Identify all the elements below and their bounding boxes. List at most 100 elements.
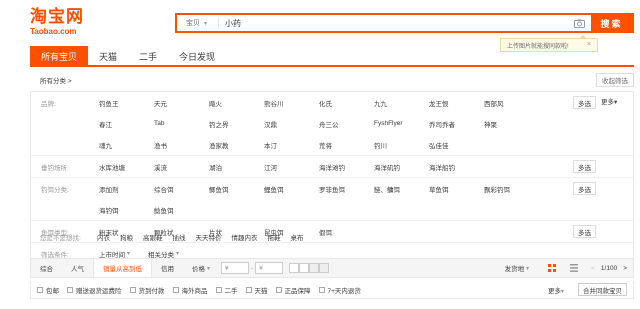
list-view-icon[interactable] — [563, 259, 585, 277]
attribute-value[interactable]: 天元 — [154, 92, 209, 113]
launch-time-dropdown[interactable]: 上市时间 ▾ — [99, 249, 130, 259]
attribute-value[interactable]: 鲶鱼饵 — [154, 199, 209, 220]
prev-page-icon[interactable]: < — [591, 265, 595, 272]
attribute-value[interactable]: 飚火 — [209, 92, 264, 113]
multi-select-button[interactable]: 多选 — [573, 182, 596, 195]
filter-cod[interactable]: 货到付款 — [129, 285, 165, 295]
attribute-value[interactable]: 海洋船钓 — [429, 156, 484, 177]
suggestion-link[interactable]: 插线 — [173, 232, 186, 242]
filter-genuine[interactable]: 正品保障 — [275, 285, 311, 295]
filter-free-shipping[interactable]: 包邮 — [37, 285, 59, 295]
filter-7day-return[interactable]: 7+天内退货 — [318, 285, 361, 295]
attribute-value[interactable]: 渔家教 — [209, 134, 264, 155]
sort-credit[interactable]: 信用 — [152, 259, 183, 277]
tab-tmall[interactable]: 天猫 — [88, 46, 128, 66]
search-input[interactable] — [219, 15, 567, 31]
suggestion-link[interactable]: 内衣 — [97, 232, 110, 242]
attribute-value[interactable]: FyshFlyer — [374, 113, 429, 134]
attribute-value[interactable]: 西部风 — [484, 92, 539, 113]
price-range-bar[interactable] — [309, 263, 320, 273]
checkbox[interactable] — [318, 286, 325, 293]
attribute-value[interactable]: 钓之界 — [209, 113, 264, 134]
attribute-value[interactable]: 化氏 — [319, 92, 374, 113]
multi-select-button[interactable]: 多选 — [573, 160, 596, 173]
filter-return-insurance[interactable]: 赠送退货运费险 — [67, 285, 122, 295]
attribute-value[interactable]: 神聚 — [484, 113, 539, 134]
attribute-value[interactable]: 钓鱼王 — [99, 92, 154, 113]
tab-today-discover[interactable]: 今日发现 — [168, 46, 226, 66]
sort-default[interactable]: 综合 — [31, 259, 62, 277]
attribute-value[interactable]: 舟三公 — [319, 113, 374, 134]
filter-tmall[interactable]: 天猫 — [245, 285, 268, 295]
taobao-logo[interactable]: 淘宝网 Taobao.com — [30, 8, 100, 37]
related-category-dropdown[interactable]: 相关分类 ▾ — [148, 249, 179, 259]
attribute-value[interactable]: 罗非鱼饵 — [319, 178, 374, 199]
tab-all-items[interactable]: 所有宝贝 — [30, 46, 89, 66]
attribute-value[interactable]: 春江 — [99, 113, 154, 134]
attribute-value[interactable]: 海洋滩钓 — [319, 156, 374, 177]
attribute-value[interactable]: 草鱼饵 — [429, 178, 484, 199]
suggestion-link[interactable]: 天天特价 — [196, 232, 222, 242]
attribute-value[interactable]: 鲫鱼饵 — [209, 178, 264, 199]
price-max-input[interactable]: ¥ — [255, 262, 284, 274]
merge-same-items-button[interactable]: 合并同款宝贝 — [578, 283, 627, 296]
attribute-value[interactable]: 乔司乔者 — [429, 113, 484, 134]
checkbox[interactable] — [129, 286, 136, 293]
price-range-bars[interactable] — [289, 263, 330, 273]
attribute-value[interactable]: 海洋矶钓 — [374, 156, 429, 177]
checkbox[interactable] — [275, 286, 282, 293]
attribute-value[interactable]: 汉鼎 — [264, 113, 319, 134]
filter-overseas[interactable]: 海外商品 — [172, 285, 208, 295]
attribute-value[interactable]: 溪流 — [154, 156, 209, 177]
suggestion-link[interactable]: 高跟鞋 — [143, 232, 163, 242]
checkbox[interactable] — [172, 286, 179, 293]
attribute-value[interactable]: 飘彩钓饵 — [484, 178, 539, 199]
attribute-value[interactable]: 综合饵 — [154, 178, 209, 199]
grid-view-icon[interactable] — [541, 259, 563, 277]
multi-select-button[interactable]: 多选 — [573, 96, 596, 109]
filters-more-button[interactable]: 更多▾ — [548, 285, 564, 295]
attribute-value[interactable]: 弘佳佳 — [429, 134, 484, 155]
attribute-value[interactable]: 熊谷川 — [264, 92, 319, 113]
attribute-value[interactable]: 本汀 — [264, 134, 319, 155]
attribute-value[interactable]: 龙王恨 — [429, 92, 484, 113]
close-icon[interactable]: × — [587, 41, 591, 48]
collapse-filter-button[interactable]: 收起筛选 — [596, 73, 634, 87]
breadcrumb[interactable]: 所有分类 > — [30, 75, 72, 85]
suggestion-link[interactable]: 情趣内衣 — [232, 232, 258, 242]
attribute-value[interactable]: 鲢、鳙饵 — [374, 178, 429, 199]
attribute-value[interactable]: 九九 — [374, 92, 429, 113]
next-page-icon[interactable]: > — [623, 265, 627, 272]
attribute-value[interactable]: 湖泊 — [209, 156, 264, 177]
price-min-input[interactable]: ¥ — [221, 262, 250, 274]
attribute-value[interactable]: 水库池塘 — [99, 156, 154, 177]
suggestion-link[interactable]: 桌布 — [291, 232, 304, 242]
suggestion-link[interactable]: 拖鞋 — [268, 232, 281, 242]
attribute-value[interactable]: 添加剂 — [99, 178, 154, 199]
attribute-value[interactable]: 海钓饵 — [99, 199, 154, 220]
attribute-value[interactable]: 江河 — [264, 156, 319, 177]
sort-sales[interactable]: 销量从高到低 — [93, 259, 152, 277]
price-range-bar[interactable] — [319, 263, 330, 273]
checkbox[interactable] — [37, 286, 43, 293]
search-button[interactable]: 搜索 — [591, 15, 632, 31]
attribute-value[interactable]: 钓川 — [374, 134, 429, 155]
price-range-bar[interactable] — [289, 263, 300, 273]
sort-price[interactable]: 价格 ▾ — [183, 259, 219, 277]
ship-from-dropdown[interactable]: 发货地 ▾ — [505, 263, 530, 274]
attribute-value[interactable]: 渔书 — [154, 134, 209, 155]
search-category-select[interactable]: 宝贝 ▾ — [177, 18, 219, 28]
camera-icon[interactable] — [567, 15, 591, 31]
more-button[interactable]: 更多▾ — [601, 96, 617, 109]
attribute-value[interactable]: 荒将 — [319, 134, 374, 155]
suggestion-link[interactable]: 狗粮 — [120, 232, 133, 242]
attribute-value[interactable]: 魂九 — [99, 134, 154, 155]
sort-popularity[interactable]: 人气 — [62, 259, 93, 277]
filter-second-hand[interactable]: 二手 — [215, 285, 238, 295]
attribute-value[interactable]: Tab — [154, 113, 209, 134]
attribute-value[interactable]: 鲤鱼饵 — [264, 178, 319, 199]
checkbox[interactable] — [215, 286, 222, 293]
price-range-bar[interactable] — [299, 263, 310, 273]
checkbox[interactable] — [245, 286, 252, 293]
checkbox[interactable] — [67, 286, 73, 293]
